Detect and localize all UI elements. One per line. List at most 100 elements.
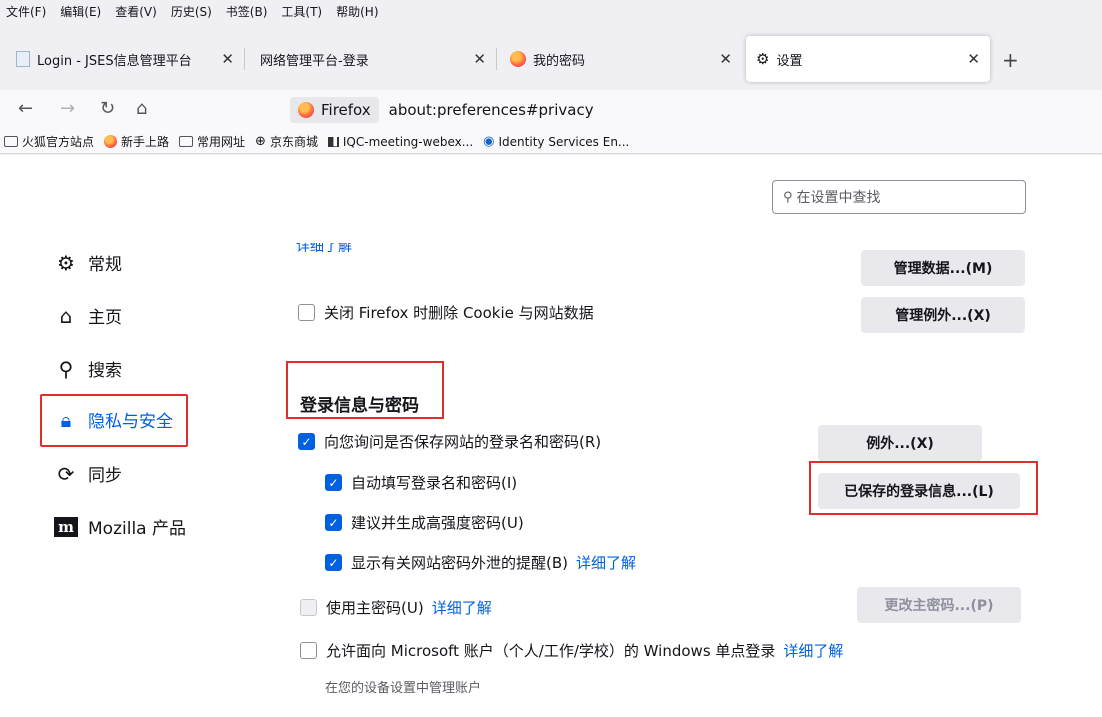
tab-title: Login - JSES信息管理平台 [37,53,192,69]
manage-exceptions-button[interactable]: 管理例外...(X) [861,297,1025,333]
close-icon[interactable]: ✕ [967,50,980,68]
category-label: 搜索 [88,361,122,381]
windows-sso-row[interactable]: 允许面向 Microsoft 账户（个人/工作/学校）的 Windows 单点登… [300,640,843,661]
suggest-strong-passwords-row[interactable]: ✓ 建议并生成高强度密码(U) [325,512,524,533]
bookmarks-toolbar: 火狐官方站点 新手上路 常用网址 ⊕ 京东商城 ▐ IQC-meeting-we… [0,130,1102,154]
gear-icon: ⚙ [57,250,75,275]
tab-my-passwords[interactable]: 我的密码 ✕ [500,36,742,82]
reload-icon[interactable]: ↻ [100,98,115,119]
highlight-outline [809,461,1038,515]
menu-bar: 文件(F) 编辑(E) 查看(V) 历史(S) 书签(B) 工具(T) 帮助(H… [0,0,1102,22]
navigation-bar: ← → ↻ ⌂ Firefox about:preferences#privac… [0,90,1102,130]
checkbox-label: 向您询问是否保存网站的登录名和密码(R) [324,433,602,451]
menu-bookmarks[interactable]: 书签(B) [226,3,268,20]
tab-title: 设置 [776,53,803,69]
tab-title: 我的密码 [533,53,586,69]
search-icon: ⚲ [783,189,793,205]
webex-icon: ▐ [327,136,339,147]
back-arrow-icon[interactable]: ← [18,98,33,119]
bookmark-label: 火狐官方站点 [22,135,95,149]
suggest-strong-checkbox[interactable]: ✓ [325,514,342,531]
highlight-outline [40,394,188,447]
tab-network-login[interactable]: 网络管理平台-登录 ✕ [250,36,497,82]
url-text[interactable]: about:preferences#privacy [389,101,594,119]
firefox-icon [104,135,118,148]
firefox-icon [298,102,314,118]
home-icon: ⌂ [59,303,73,328]
bookmark-webex[interactable]: ▐ IQC-meeting-webex... [327,134,474,149]
breach-alerts-row[interactable]: ✓ 显示有关网站密码外泄的提醒(B) 详细了解 [325,552,636,573]
tab-strip: Login - JSES信息管理平台 ✕ 网络管理平台-登录 ✕ 我的密码 ✕ … [0,22,1102,90]
gear-icon: ⚙ [756,50,770,68]
firefox-icon [510,51,526,67]
menu-tools[interactable]: 工具(T) [281,3,322,20]
identity-label: Firefox [321,101,371,119]
bookmark-label: IQC-meeting-webex... [342,134,474,149]
checkbox-label: 建议并生成高强度密码(U) [351,514,524,532]
windows-sso-note: 在您的设备设置中管理账户 [325,681,482,696]
folder-icon [4,136,18,147]
bookmark-label: Identity Services En... [498,134,630,149]
menu-edit[interactable]: 编辑(E) [60,3,101,20]
tab-separator [244,48,245,70]
home-icon[interactable]: ⌂ [136,98,147,119]
bookmark-common-sites[interactable]: 常用网址 [179,133,245,150]
url-bar[interactable]: Firefox about:preferences#privacy [290,94,1100,126]
breach-learn-more-link[interactable]: 详细了解 [576,552,636,573]
category-label: 主页 [88,308,122,328]
bookmark-jd[interactable]: ⊕ 京东商城 [255,133,318,150]
primary-password-row[interactable]: 使用主密码(U) 详细了解 [300,597,492,618]
clear-cookies-checkbox[interactable] [298,304,315,321]
category-home[interactable]: ⌂ 主页 [54,303,122,329]
new-tab-button[interactable]: + [1002,48,1019,72]
bookmark-label: 新手上路 [121,135,170,149]
category-mozilla-products[interactable]: m Mozilla 产品 [54,514,186,539]
search-icon: ⚲ [58,356,74,381]
primary-password-checkbox[interactable] [300,599,317,616]
tab-separator [496,48,497,70]
close-icon[interactable]: ✕ [221,50,234,68]
category-label: 常规 [88,255,122,275]
autofill-checkbox[interactable]: ✓ [325,474,342,491]
category-general[interactable]: ⚙ 常规 [54,250,122,276]
menu-help[interactable]: 帮助(H) [336,3,378,20]
category-search[interactable]: ⚲ 搜索 [54,356,122,382]
ise-icon: ◉ [483,134,495,149]
bookmark-ise[interactable]: ◉ Identity Services En... [483,134,629,149]
bookmark-label: 京东商城 [269,135,318,149]
menu-view[interactable]: 查看(V) [115,3,157,20]
menu-history[interactable]: 历史(S) [171,3,212,20]
close-icon[interactable]: ✕ [473,50,486,68]
category-label: 同步 [88,466,122,486]
manage-data-button[interactable]: 管理数据...(M) [861,250,1025,286]
search-placeholder: 在设置中查找 [796,190,881,206]
tab-login-jses[interactable]: Login - JSES信息管理平台 ✕ [6,36,245,82]
close-icon[interactable]: ✕ [719,50,732,68]
folder-icon [179,136,194,147]
identity-box[interactable]: Firefox [290,97,379,123]
login-exceptions-button[interactable]: 例外...(X) [818,425,982,461]
learn-more-link[interactable]: 详细了解 [296,243,352,254]
breach-alerts-checkbox[interactable]: ✓ [325,554,342,571]
bookmark-getting-started[interactable]: 新手上路 [104,133,169,150]
checkbox-label: 关闭 Firefox 时删除 Cookie 与网站数据 [324,304,594,322]
category-sync[interactable]: ⟳ 同步 [54,461,122,487]
tab-settings[interactable]: ⚙ 设置 ✕ [746,36,990,82]
settings-search-input[interactable]: ⚲ 在设置中查找 [772,180,1026,214]
change-primary-password-button[interactable]: 更改主密码...(P) [857,587,1021,623]
globe-icon: ⊕ [255,134,266,149]
windows-sso-learn-more-link[interactable]: 详细了解 [783,640,843,661]
bookmark-label: 常用网址 [197,135,246,149]
checkbox-label: 自动填写登录名和密码(I) [351,474,518,492]
bookmark-firefox-site[interactable]: 火狐官方站点 [4,133,94,150]
clear-cookies-on-close-row[interactable]: 关闭 Firefox 时删除 Cookie 与网站数据 [298,302,594,323]
forward-arrow-icon[interactable]: → [60,98,75,119]
ask-to-save-row[interactable]: ✓ 向您询问是否保存网站的登录名和密码(R) [298,431,601,452]
checkbox-label: 使用主密码(U) [326,599,424,617]
autofill-row[interactable]: ✓ 自动填写登录名和密码(I) [325,472,517,493]
ask-to-save-checkbox[interactable]: ✓ [298,433,315,450]
menu-file[interactable]: 文件(F) [6,3,46,20]
windows-sso-checkbox[interactable] [300,642,317,659]
primary-learn-more-link[interactable]: 详细了解 [432,597,492,618]
highlight-outline [286,361,444,419]
